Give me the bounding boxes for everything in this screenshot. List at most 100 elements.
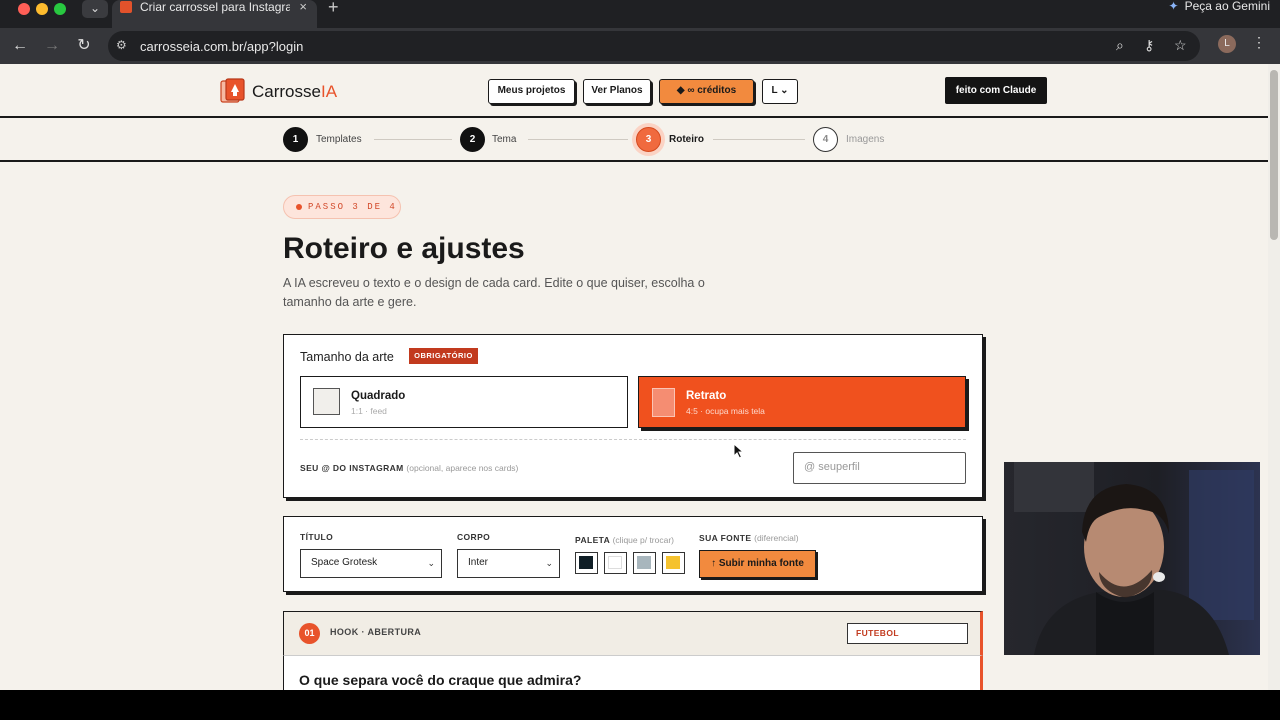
- chevron-down-icon: ⌄: [545, 558, 553, 568]
- step-badge-text: PASSO 3 DE 4: [308, 202, 397, 212]
- close-window-button[interactable]: [18, 3, 30, 15]
- step-1-circle[interactable]: 1: [283, 127, 308, 152]
- browser-menu-icon[interactable]: ⋮: [1252, 34, 1266, 51]
- upload-font-button[interactable]: ↑ Subir minha fonte: [699, 550, 816, 578]
- step-connector: [528, 139, 628, 140]
- custom-font-label: SUA FONTE (diferencial): [699, 533, 799, 543]
- tab-close-icon[interactable]: ×: [299, 0, 307, 14]
- size-option-meta: 1:1 · feed: [351, 406, 387, 416]
- slide-card-header: 01 HOOK · ABERTURA FUTEBOL: [283, 611, 983, 656]
- step-badge: PASSO 3 DE 4: [283, 195, 401, 219]
- instagram-label-text: SEU @ DO INSTAGRAM: [300, 463, 404, 473]
- slide-number: 01: [299, 623, 320, 644]
- size-option-title: Quadrado: [351, 390, 406, 402]
- step-2-label[interactable]: Tema: [492, 134, 516, 145]
- page-subtitle: A IA escreveu o texto e o design de cada…: [283, 276, 705, 309]
- step-3-label[interactable]: Roteiro: [669, 134, 704, 145]
- swatch-color: [666, 556, 680, 569]
- step-3-circle[interactable]: 3: [636, 127, 661, 152]
- badge-dot-icon: [296, 204, 302, 210]
- browser-tab-bar: ⌄ Criar carrossel para Instagram × + ✦ P…: [0, 0, 1280, 28]
- forward-icon[interactable]: →: [40, 34, 64, 58]
- instagram-handle-input[interactable]: @ seuperfil: [793, 452, 966, 484]
- my-projects-button[interactable]: Meus projetos: [488, 79, 575, 104]
- slide-card-body: O que separa você do craque que admira?: [283, 656, 983, 690]
- logo-icon: [220, 78, 245, 103]
- slide-type-label: HOOK · ABERTURA: [330, 627, 422, 637]
- browser-toolbar: ← → ↻ ⚙ carrosseia.com.br/app?login ⌕ ⚷ …: [0, 28, 1280, 64]
- chevron-down-icon: ⌄: [427, 558, 435, 568]
- swatch-color: [637, 556, 651, 569]
- palette-label-text: PALETA: [575, 535, 610, 545]
- body-font-label: CORPO: [457, 532, 491, 542]
- presenter-video-image: [1004, 462, 1260, 655]
- see-plans-button[interactable]: Ver Planos: [583, 79, 651, 104]
- size-option-title: Retrato: [686, 390, 727, 402]
- custom-font-label-hint: (diferencial): [754, 533, 799, 543]
- slide-headline[interactable]: O que separa você do craque que admira?: [299, 672, 581, 688]
- palette-swatch-3[interactable]: [633, 552, 656, 574]
- password-key-icon[interactable]: ⚷: [1144, 37, 1154, 54]
- minimize-window-button[interactable]: [36, 3, 48, 15]
- title-font-value: Space Grotesk: [311, 557, 378, 568]
- language-select[interactable]: L ⌄: [762, 79, 798, 104]
- made-with-claude-button[interactable]: feito com Claude: [945, 77, 1047, 104]
- title-font-label: TÍTULO: [300, 532, 334, 542]
- custom-font-label-text: SUA FONTE: [699, 533, 752, 543]
- back-icon[interactable]: ←: [8, 34, 32, 58]
- gemini-button[interactable]: ✦ Peça ao Gemini: [1169, 0, 1270, 18]
- body-font-select[interactable]: Inter ⌄: [457, 549, 560, 578]
- instagram-label: SEU @ DO INSTAGRAM (opcional, aparece no…: [300, 463, 518, 473]
- size-option-square[interactable]: Quadrado 1:1 · feed: [300, 376, 628, 428]
- step-4-circle[interactable]: 4: [813, 127, 838, 152]
- new-tab-button[interactable]: +: [328, 0, 339, 18]
- tab-title: Criar carrossel para Instagram: [140, 0, 290, 14]
- swatch-color: [579, 556, 593, 569]
- swatch-color: [608, 556, 622, 569]
- palette-swatch-4[interactable]: [662, 552, 685, 574]
- required-badge: OBRIGATÓRIO: [409, 348, 478, 364]
- screen-bottom-bar: [0, 690, 1280, 720]
- reload-icon[interactable]: ↻: [72, 34, 96, 58]
- webcam-overlay: [1004, 462, 1260, 655]
- page-scrollbar[interactable]: [1268, 64, 1280, 690]
- url-text[interactable]: carrosseia.com.br/app?login: [140, 39, 303, 54]
- body-font-value: Inter: [468, 557, 489, 568]
- tab-search-button[interactable]: ⌄: [82, 0, 108, 18]
- page-title: Roteiro e ajustes: [283, 232, 525, 265]
- divider: [300, 439, 966, 440]
- size-option-portrait[interactable]: Retrato 4:5 · ocupa mais tela: [638, 376, 966, 428]
- palette-swatch-1[interactable]: [575, 552, 598, 574]
- logo-text-main: Carrosse: [252, 82, 321, 101]
- palette-label: PALETA (clique p/ trocar): [575, 535, 674, 545]
- step-connector: [374, 139, 452, 140]
- instagram-label-hint: (opcional, aparece nos cards): [406, 463, 519, 473]
- logo-text[interactable]: CarrosseIA: [252, 82, 337, 102]
- gemini-label: Peça ao Gemini: [1184, 0, 1270, 13]
- zoom-icon[interactable]: ⌕: [1116, 37, 1124, 54]
- portrait-ratio-icon: [652, 388, 675, 417]
- palette-swatch-2[interactable]: [604, 552, 627, 574]
- favicon-icon: [120, 1, 132, 13]
- step-1-label[interactable]: Templates: [316, 134, 362, 145]
- size-option-meta: 4:5 · ocupa mais tela: [686, 406, 765, 416]
- step-connector: [713, 139, 805, 140]
- step-2-circle[interactable]: 2: [460, 127, 485, 152]
- credits-button[interactable]: ◆ ∞ créditos: [659, 79, 754, 104]
- square-ratio-icon: [313, 388, 340, 415]
- step-4-label[interactable]: Imagens: [846, 134, 884, 145]
- bookmark-star-icon[interactable]: ☆: [1174, 37, 1187, 54]
- slide-topic-tag[interactable]: FUTEBOL: [847, 623, 968, 644]
- palette-label-hint: (clique p/ trocar): [612, 535, 675, 545]
- profile-avatar[interactable]: L: [1218, 35, 1236, 53]
- mouse-cursor-icon: [733, 443, 745, 459]
- maximize-window-button[interactable]: [54, 3, 66, 15]
- site-info-icon[interactable]: ⚙: [116, 38, 127, 52]
- logo-text-accent: IA: [320, 82, 338, 101]
- address-bar[interactable]: ⚙ carrosseia.com.br/app?login ⌕ ⚷ ☆: [108, 31, 1200, 61]
- scrollbar-thumb[interactable]: [1270, 70, 1278, 240]
- size-card-title: Tamanho da arte: [300, 350, 394, 364]
- title-font-select[interactable]: Space Grotesk ⌄: [300, 549, 442, 578]
- browser-tab[interactable]: Criar carrossel para Instagram ×: [112, 0, 317, 28]
- site-header: CarrosseIA Meus projetos Ver Planos ◆ ∞ …: [0, 64, 1268, 118]
